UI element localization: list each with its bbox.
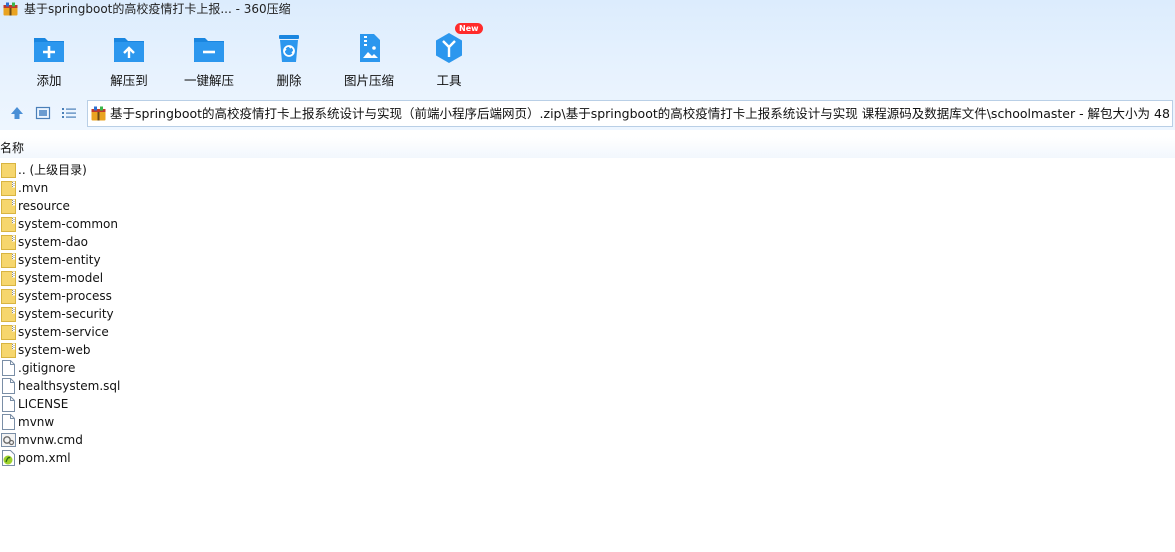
list-item[interactable]: resource (0, 197, 1175, 215)
one-click-extract-button[interactable]: 一键解压 (169, 28, 249, 88)
parent-folder-icon (1, 162, 16, 178)
list-item-name: system-web (18, 343, 91, 357)
toolbar: 添加 解压到 一键解压 删除 图片压缩 New 工具 (0, 23, 1175, 88)
delete-button[interactable]: 删除 (249, 28, 329, 88)
list-item-name: system-model (18, 271, 104, 285)
folder-icon (1, 234, 16, 250)
file-icon (1, 360, 16, 376)
tools-icon (436, 33, 462, 63)
list-item[interactable]: system-web (0, 341, 1175, 359)
image-compress-label: 图片压缩 (343, 73, 394, 88)
list-item[interactable]: system-security (0, 305, 1175, 323)
list-item-name: system-security (18, 307, 114, 321)
list-item-name: .. (上级目录) (18, 163, 87, 177)
delete-label: 删除 (276, 73, 302, 88)
list-item-name: system-service (18, 325, 109, 339)
thumbnail-view-icon[interactable] (35, 105, 51, 121)
file-list: .. (上级目录) .mvn resource system-common system… (0, 161, 1175, 467)
list-item[interactable]: system-dao (0, 233, 1175, 251)
folder-icon (1, 198, 16, 214)
list-item-name: pom.xml (18, 451, 71, 465)
tools-label: 工具 (436, 73, 462, 88)
file-icon (1, 414, 16, 430)
list-item[interactable]: .mvn (0, 179, 1175, 197)
new-badge: New (455, 23, 483, 34)
list-item-name: mvnw.cmd (18, 433, 83, 447)
file-icon (1, 378, 16, 394)
path-bar[interactable]: 基于springboot的高校疫情打卡上报系统设计与实现（前端小程序后端网页）.… (87, 100, 1173, 127)
list-item-name: .gitignore (18, 361, 76, 375)
cmd-file-icon (1, 432, 16, 448)
navigation-row: 基于springboot的高校疫情打卡上报系统设计与实现（前端小程序后端网页）.… (0, 99, 1175, 129)
title-bar[interactable]: 基于springboot的高校疫情打卡上报... - 360压缩 (0, 0, 1175, 18)
one-click-extract-label: 一键解压 (183, 73, 234, 88)
up-arrow-icon[interactable] (9, 105, 25, 121)
one-click-extract-icon (194, 38, 224, 62)
column-header-name[interactable]: 名称 (0, 137, 1175, 158)
list-item-name: .mvn (18, 181, 49, 195)
extract-to-button[interactable]: 解压到 (89, 28, 169, 88)
list-item-name: system-process (18, 289, 112, 303)
list-item[interactable]: .. (上级目录) (0, 161, 1175, 179)
zip-archive-icon (91, 106, 106, 121)
list-item-name: system-dao (18, 235, 89, 249)
add-button[interactable]: 添加 (9, 28, 89, 88)
extract-to-icon (114, 38, 144, 62)
folder-icon (1, 288, 16, 304)
list-item[interactable]: system-entity (0, 251, 1175, 269)
xml-file-icon (1, 450, 16, 466)
folder-icon (1, 324, 16, 340)
folder-icon (1, 342, 16, 358)
path-text: 基于springboot的高校疫情打卡上报系统设计与实现（前端小程序后端网页）.… (110, 106, 1170, 121)
column-header-name-label: 名称 (0, 141, 25, 155)
list-item[interactable]: system-process (0, 287, 1175, 305)
folder-icon (1, 306, 16, 322)
folder-icon (1, 216, 16, 232)
extract-to-label: 解压到 (110, 73, 148, 88)
list-item[interactable]: LICENSE (0, 395, 1175, 413)
delete-icon (279, 35, 299, 62)
folder-icon (1, 270, 16, 286)
list-item[interactable]: healthsystem.sql (0, 377, 1175, 395)
list-view-icon[interactable] (61, 105, 77, 121)
list-item-name: resource (18, 199, 70, 213)
add-label: 添加 (36, 73, 62, 88)
image-compress-button[interactable]: 图片压缩 (329, 28, 409, 88)
list-item-name: LICENSE (18, 397, 69, 411)
list-item[interactable]: mvnw.cmd (0, 431, 1175, 449)
list-item[interactable]: .gitignore (0, 359, 1175, 377)
window-chrome: 基于springboot的高校疫情打卡上报... - 360压缩 添加 解压到 (0, 0, 1175, 130)
window-title: 基于springboot的高校疫情打卡上报... - 360压缩 (24, 2, 291, 16)
add-folder-icon (34, 38, 64, 62)
list-item-name: system-entity (18, 253, 101, 267)
list-item[interactable]: mvnw (0, 413, 1175, 431)
list-item[interactable]: system-common (0, 215, 1175, 233)
folder-icon (1, 252, 16, 268)
list-item-name: system-common (18, 217, 118, 231)
list-item[interactable]: pom.xml (0, 449, 1175, 467)
tools-button[interactable]: New 工具 (409, 23, 489, 88)
image-compress-icon (360, 34, 380, 62)
folder-icon (1, 180, 16, 196)
list-item[interactable]: system-model (0, 269, 1175, 287)
archive-app-icon (3, 2, 18, 16)
list-item-name: mvnw (18, 415, 55, 429)
list-item-name: healthsystem.sql (18, 379, 121, 393)
file-icon (1, 396, 16, 412)
list-item[interactable]: system-service (0, 323, 1175, 341)
